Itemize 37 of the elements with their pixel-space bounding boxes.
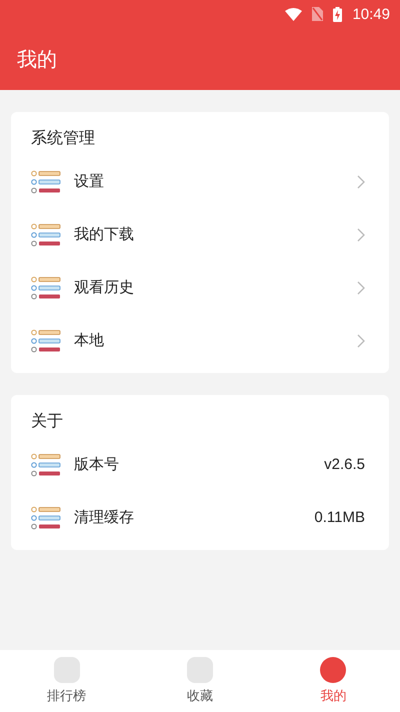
tab-icon <box>186 657 213 683</box>
wifi-icon <box>285 8 302 20</box>
chevron-right-icon <box>357 334 365 348</box>
row-value: 0.11MB <box>314 509 365 526</box>
tab-icon <box>54 657 80 683</box>
list-icon <box>31 170 61 194</box>
row-label: 设置 <box>74 172 105 191</box>
row-label: 清理缓存 <box>74 508 135 527</box>
menu-row[interactable]: 版本号 v2.6.5 <box>11 438 389 491</box>
nav-tab[interactable]: 我的 <box>266 650 400 712</box>
status-time: 10:49 <box>352 6 390 22</box>
tab-icon <box>320 657 346 683</box>
menu-row[interactable]: 观看历史 <box>11 261 389 314</box>
row-label: 我的下载 <box>74 225 135 244</box>
section-title: 关于 <box>30 411 64 432</box>
list-icon <box>31 328 61 352</box>
menu-row[interactable]: 清理缓存 0.11MB <box>11 491 389 544</box>
page-title: 我的 <box>17 46 57 72</box>
row-label: 观看历史 <box>74 278 135 297</box>
list-icon <box>31 452 61 476</box>
list-icon <box>31 276 61 300</box>
battery-charging-icon <box>333 6 342 22</box>
menu-row[interactable]: 设置 <box>11 155 389 208</box>
list-icon <box>31 506 61 530</box>
chevron-right-icon <box>357 280 365 294</box>
nav-tab[interactable]: 收藏 <box>133 650 267 712</box>
nav-tab[interactable]: 排行榜 <box>0 650 134 712</box>
chevron-right-icon <box>357 228 365 242</box>
row-value: v2.6.5 <box>324 456 365 473</box>
list-icon <box>31 222 61 246</box>
menu-row[interactable]: 本地 <box>11 314 389 367</box>
no-sim-icon <box>312 7 324 21</box>
row-label: 版本号 <box>74 455 120 474</box>
chevron-right-icon <box>357 174 365 188</box>
row-label: 本地 <box>74 331 105 350</box>
menu-row[interactable]: 我的下载 <box>11 208 389 261</box>
section-title: 系统管理 <box>30 128 96 149</box>
